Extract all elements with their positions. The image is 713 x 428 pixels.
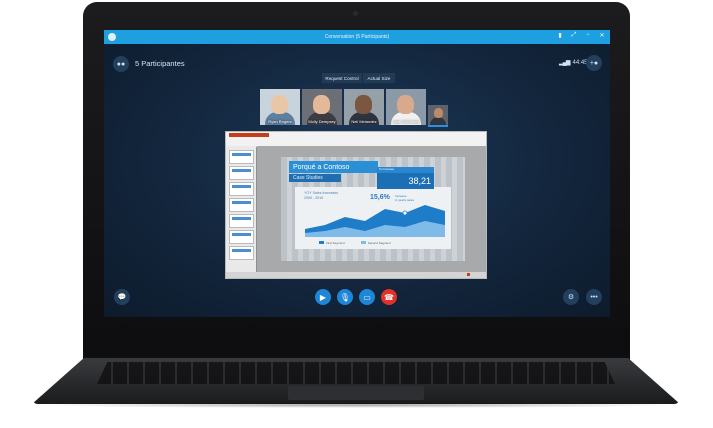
actual-size-button[interactable]: Actual Size <box>363 73 395 83</box>
close-icon[interactable]: ✕ <box>598 32 606 39</box>
video-camera-icon[interactable]: ▶ <box>315 289 331 305</box>
window-title: Conversation (5 Participants) <box>324 34 390 40</box>
trackpad <box>288 386 424 400</box>
skype-call-window: Conversation (5 Participants) ▮ ⤢ − ✕ ●●… <box>104 30 610 317</box>
layout-icon[interactable]: ▮ <box>556 32 564 39</box>
more-icon[interactable]: ••• <box>586 289 602 305</box>
slide-thumbnail <box>229 182 254 196</box>
kpi2-label: Increase in yearly sales <box>395 194 415 202</box>
signal-icon: ▂▄▆ <box>559 60 571 66</box>
ribbon-tab <box>229 133 269 137</box>
powerpoint-status-bar <box>226 272 486 278</box>
participant-video-thumbnail[interactable]: Jade McKinney <box>386 89 426 125</box>
people-icon[interactable]: ●● <box>113 56 129 72</box>
slide-canvas: Porqué a Contoso Case Studies YOY Sales … <box>257 146 486 274</box>
powerpoint-ribbon <box>226 132 486 147</box>
slide-subtitle: Case Studies <box>289 174 341 182</box>
slide-thumbnails <box>226 146 256 272</box>
slide-thumbnail <box>229 230 254 244</box>
slide-title: Porqué a Contoso <box>289 161 378 173</box>
legend-item: Second Segment <box>361 241 391 245</box>
keyboard <box>97 362 615 384</box>
participant-gallery: Ryan Rogers Molly Dempsey Neil Melandez Jad… <box>260 89 448 127</box>
slide: Porqué a Contoso Case Studies YOY Sales … <box>281 157 465 261</box>
webcam <box>353 11 358 16</box>
participant-name: Jade McKinney <box>392 119 420 124</box>
participant-video-thumbnail[interactable]: Ryan Rogers <box>260 89 300 125</box>
chat-icon[interactable]: 💬 <box>114 289 130 305</box>
participant-name: Ryan Rogers <box>268 119 292 124</box>
slide-thumbnail <box>229 214 254 228</box>
laptop-shadow <box>30 402 682 408</box>
participant-video-thumbnail[interactable]: Molly Dempsey <box>302 89 342 125</box>
add-person-icon[interactable]: +● <box>586 55 602 71</box>
participant-name: Molly Dempsey <box>308 119 336 124</box>
request-control-button[interactable]: Request Control <box>322 73 362 83</box>
participants-count[interactable]: 5 Participantes <box>135 59 185 68</box>
participant-name: Neil Melandez <box>351 119 377 124</box>
skype-logo-icon <box>108 33 116 41</box>
slide-thumbnail <box>229 198 254 212</box>
microphone-icon[interactable]: 🎙 <box>337 289 353 305</box>
connection-status: ▂▄▆ 44:45 <box>559 59 588 67</box>
window-controls: ▮ ⤢ − ✕ <box>556 32 606 39</box>
kpi2-value: 15,6% <box>370 194 390 201</box>
call-options-icon[interactable]: ⚙ <box>563 289 579 305</box>
legend-item: First Segment <box>319 241 345 245</box>
participant-video-thumbnail[interactable] <box>428 105 448 127</box>
chart-legend: First Segment Second Segment <box>319 241 391 245</box>
slide-thumbnail <box>229 150 254 164</box>
screen-share-icon[interactable]: ▭ <box>359 289 375 305</box>
slide-thumbnail <box>229 166 254 180</box>
participant-video-thumbnail[interactable]: Neil Melandez <box>344 89 384 125</box>
kpi-value: 38,21 <box>377 173 434 189</box>
shared-screen[interactable]: Porqué a Contoso Case Studies YOY Sales … <box>225 131 487 279</box>
minimize-icon[interactable]: − <box>584 32 592 39</box>
title-bar: Conversation (5 Participants) ▮ ⤢ − ✕ <box>104 30 610 44</box>
expand-icon[interactable]: ⤢ <box>570 32 578 39</box>
hang-up-icon[interactable]: ☎ <box>381 289 397 305</box>
slide-thumbnail <box>229 246 254 260</box>
